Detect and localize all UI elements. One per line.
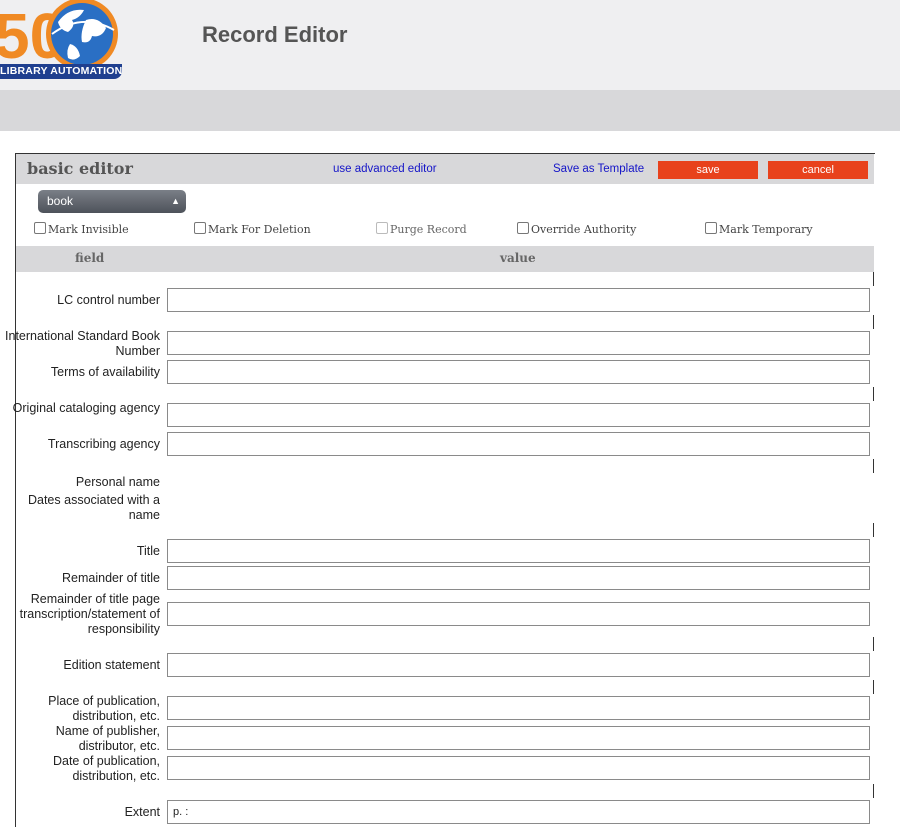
save-button[interactable]: save [658, 161, 758, 179]
row-divider [873, 272, 874, 286]
editor-title: basic editor [27, 159, 133, 178]
value-column-header: value [500, 251, 536, 265]
mark-temporary-label: Mark Temporary [719, 223, 813, 236]
checkbox-box[interactable] [705, 222, 717, 234]
mark-for-deletion-checkbox[interactable]: Mark For Deletion [194, 222, 311, 236]
record-type-select[interactable]: book ▲ [38, 190, 186, 213]
save-as-template-link[interactable]: Save as Template [553, 163, 644, 175]
row-divider [873, 680, 874, 694]
lc-control-number-input[interactable] [167, 288, 870, 312]
terms-of-availability-input[interactable] [167, 360, 870, 384]
original-cataloging-agency-input[interactable] [167, 403, 870, 427]
row-divider [873, 459, 874, 473]
app-header: 50 LIBRARY AUTOMATION Record Editor [0, 0, 900, 90]
field-label: Dates associated with a name [27, 493, 160, 522]
library-automation-logo: 50 LIBRARY AUTOMATION [0, 0, 125, 82]
date-of-publication-input[interactable] [167, 756, 870, 780]
extent-input[interactable]: p. : [167, 800, 870, 824]
field-label: International Standard Book Number [5, 329, 160, 358]
record-type-value: book [47, 194, 74, 208]
checkbox-box[interactable] [34, 222, 46, 234]
mark-invisible-checkbox[interactable]: Mark Invisible [34, 222, 129, 236]
field-label: LC control number [57, 293, 160, 307]
page-title: Record Editor [202, 22, 348, 47]
field-label: Place of publication, distribution, etc. [48, 694, 160, 723]
field-label: Original cataloging agency [12, 401, 160, 415]
checkbox-box[interactable] [194, 222, 206, 234]
field-label: Edition statement [63, 658, 160, 672]
field-label: Transcribing agency [47, 437, 160, 451]
override-authority-checkbox[interactable]: Override Authority [517, 222, 636, 236]
field-label: Date of publication, distribution, etc. [52, 754, 160, 783]
nav-band [0, 90, 900, 131]
transcribing-agency-input[interactable] [167, 432, 870, 456]
row-divider [873, 784, 874, 798]
title-input[interactable] [167, 539, 870, 563]
cancel-button[interactable]: cancel [768, 161, 868, 179]
field-column-header: field [75, 251, 105, 265]
edition-statement-input[interactable] [167, 653, 870, 677]
checkbox-box [376, 222, 388, 234]
editor-toolbar: basic editor use advanced editor Save as… [16, 154, 874, 184]
field-label: Terms of availability [50, 365, 160, 379]
logo-caption: LIBRARY AUTOMATION [0, 64, 122, 79]
row-divider [873, 637, 874, 651]
row-divider [873, 387, 874, 401]
select-arrows-icon: ▲ [171, 196, 180, 206]
field-label: Personal name [75, 475, 160, 489]
row-divider [873, 523, 874, 537]
column-header: field value [16, 246, 874, 272]
statement-of-responsibility-input[interactable] [167, 602, 870, 626]
purge-record-label: Purge Record [390, 223, 467, 236]
mark-for-deletion-label: Mark For Deletion [208, 223, 311, 236]
field-label: Extent [124, 805, 160, 819]
place-of-publication-input[interactable] [167, 696, 870, 720]
checkbox-box[interactable] [517, 222, 529, 234]
mark-temporary-checkbox[interactable]: Mark Temporary [705, 222, 813, 236]
row-divider [873, 315, 874, 329]
override-authority-label: Override Authority [531, 223, 637, 236]
mark-invisible-label: Mark Invisible [48, 223, 129, 236]
isbn-input[interactable] [167, 331, 870, 355]
field-label: Name of publisher, distributor, etc. [55, 724, 160, 753]
field-label: Remainder of title page transcription/st… [19, 592, 160, 636]
name-of-publisher-input[interactable] [167, 726, 870, 750]
globe-icon: 50 [0, 0, 118, 72]
advanced-editor-link[interactable]: use advanced editor [333, 163, 437, 175]
field-label: Title [136, 544, 160, 558]
field-label: Remainder of title [62, 571, 160, 585]
remainder-of-title-input[interactable] [167, 566, 870, 590]
purge-record-checkbox: Purge Record [376, 222, 467, 236]
